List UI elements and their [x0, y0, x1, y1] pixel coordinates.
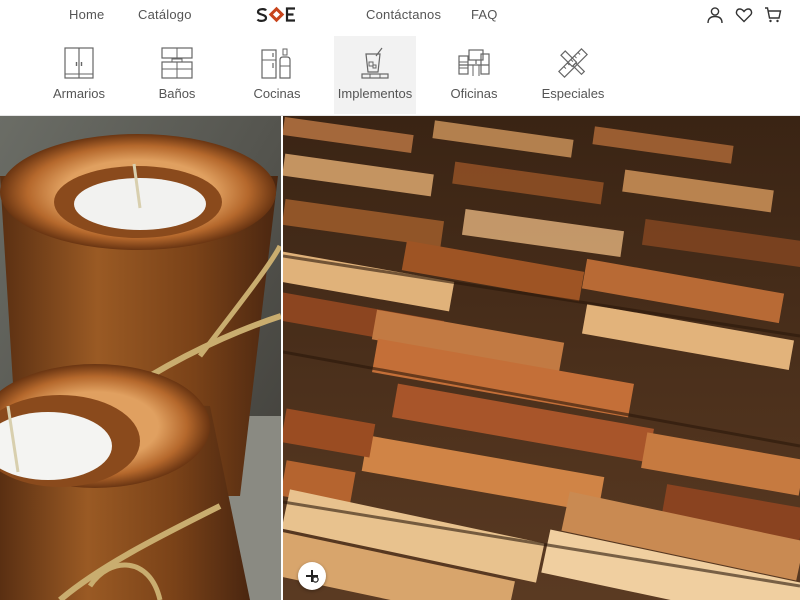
tools-icon — [556, 46, 590, 80]
category-label: Armarios — [52, 86, 105, 101]
category-oficinas[interactable]: Oficinas — [433, 36, 515, 114]
category-label: Implementos — [337, 86, 413, 101]
category-implementos[interactable]: Implementos — [334, 36, 416, 114]
cart-icon[interactable] — [764, 6, 782, 24]
category-banos[interactable]: Baños — [136, 36, 218, 114]
category-cocinas[interactable]: Cocinas — [236, 36, 318, 114]
category-especiales[interactable]: Especiales — [532, 36, 614, 114]
user-icon[interactable] — [706, 6, 724, 24]
heart-icon[interactable] — [735, 6, 753, 24]
implements-icon — [358, 46, 392, 80]
wooden-pallet-coasters[interactable] — [283, 116, 800, 600]
category-armarios[interactable]: Armarios — [38, 36, 120, 114]
office-icon — [457, 46, 491, 80]
brand-logo[interactable] — [255, 4, 299, 26]
category-label: Baños — [158, 86, 196, 101]
category-menu: Armarios Baños Cocinas Implementos Ofici… — [0, 36, 800, 116]
kitchen-icon — [260, 46, 294, 80]
zoom-in-icon — [306, 570, 319, 583]
top-navigation: Home Catálogo Contáctanos FAQ — [0, 0, 800, 32]
user-actions — [706, 6, 782, 24]
wardrobe-icon — [62, 46, 96, 80]
category-label: Especiales — [541, 86, 605, 101]
soe-logo-icon — [256, 6, 295, 23]
nav-home-link[interactable]: Home — [69, 7, 104, 22]
nav-catalog-link[interactable]: Catálogo — [138, 7, 192, 22]
nav-faq-link[interactable]: FAQ — [471, 7, 498, 22]
category-label: Oficinas — [450, 86, 498, 101]
hero-gallery — [0, 116, 800, 600]
wooden-log-candles[interactable] — [0, 116, 281, 600]
zoom-button[interactable] — [298, 562, 326, 590]
nav-contact-link[interactable]: Contáctanos — [366, 7, 441, 22]
bathroom-cabinet-icon — [160, 46, 194, 80]
category-label: Cocinas — [253, 86, 301, 101]
